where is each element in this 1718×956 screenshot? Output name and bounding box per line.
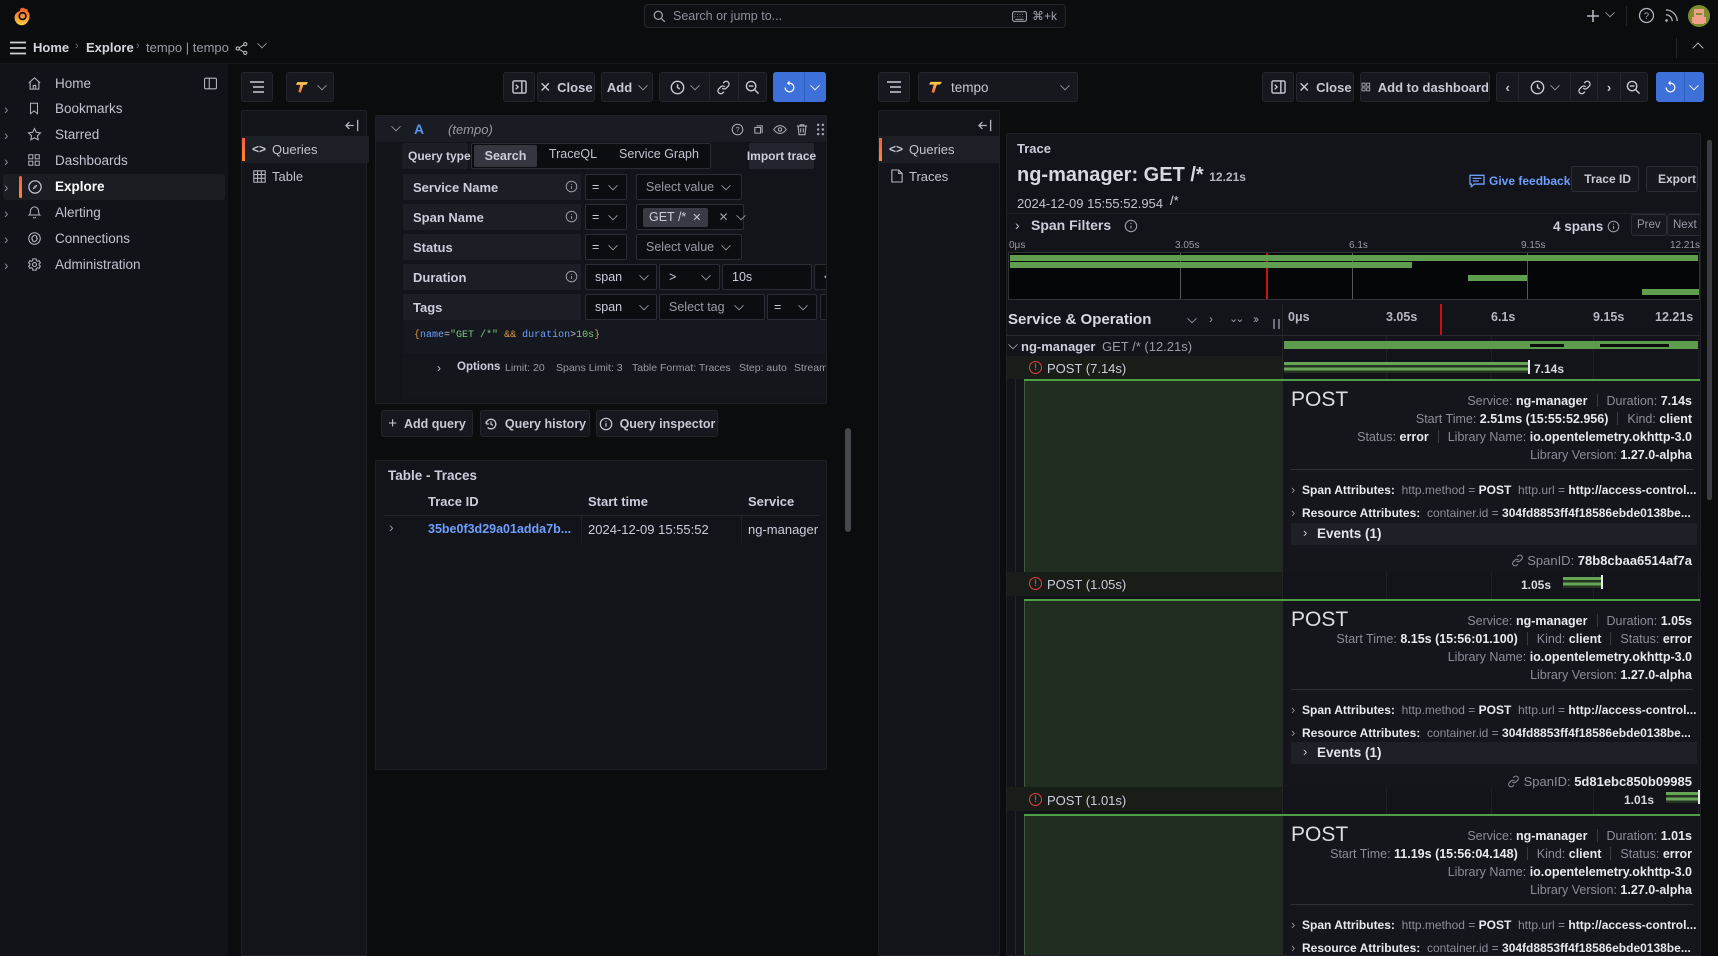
svg-text:?: ? — [1644, 11, 1649, 21]
svg-text:?: ? — [735, 125, 739, 134]
